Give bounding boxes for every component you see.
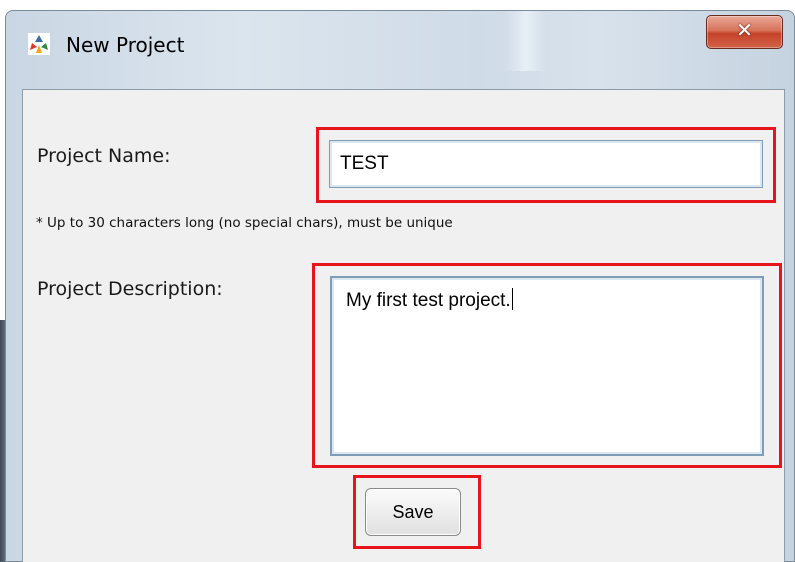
- project-description-label: Project Description:: [37, 278, 223, 300]
- text-caret: [511, 288, 513, 310]
- project-description-textarea[interactable]: My first test project.: [330, 276, 764, 456]
- title-bar-glass: [506, 11, 546, 71]
- save-button[interactable]: Save: [365, 488, 461, 536]
- title-bar[interactable]: New Project ✕: [6, 11, 794, 71]
- project-name-hint: * Up to 30 characters long (no special c…: [36, 215, 453, 231]
- app-logo-icon: [28, 33, 50, 55]
- window-title: New Project: [66, 33, 185, 57]
- project-description-text: My first test project.: [346, 290, 511, 311]
- new-project-dialog: New Project ✕ Project Name: * Up to 30 c…: [5, 10, 795, 562]
- close-icon: ✕: [736, 18, 753, 42]
- project-name-input[interactable]: [329, 140, 763, 188]
- project-name-label: Project Name:: [37, 145, 171, 167]
- screen: New Project ✕ Project Name: * Up to 30 c…: [0, 0, 795, 562]
- dialog-content: Project Name: * Up to 30 characters long…: [22, 89, 785, 562]
- close-button[interactable]: ✕: [706, 15, 783, 49]
